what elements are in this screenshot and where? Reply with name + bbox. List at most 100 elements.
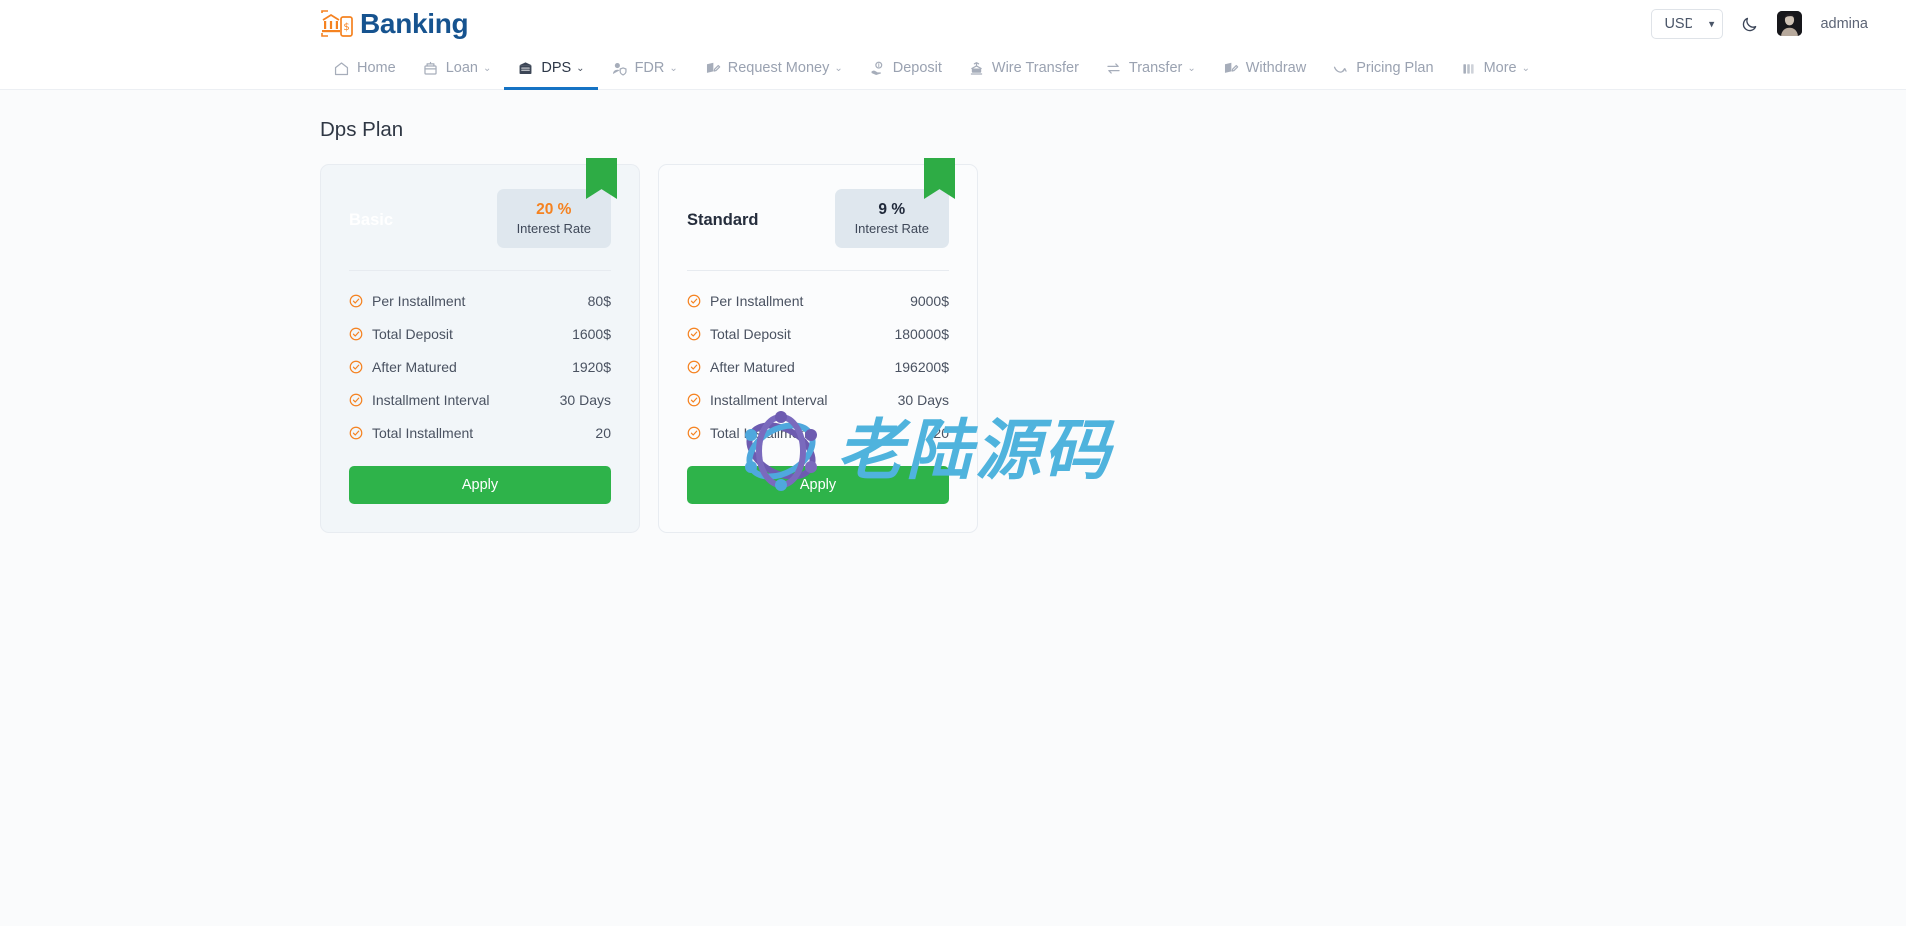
nav-item-label: FDR: [635, 60, 665, 76]
bank-dollar-logo-icon: $: [320, 9, 354, 39]
plan-feature-label: Total Installment: [710, 425, 811, 441]
home-icon: [333, 60, 350, 77]
plan-feature-label: Per Installment: [372, 293, 465, 309]
check-circle-icon: [349, 360, 363, 374]
chevron-down-icon: ⌄: [483, 63, 491, 74]
plan-feature-label: Installment Interval: [372, 392, 490, 408]
check-circle-icon: [349, 327, 363, 341]
plan-card-header: Standard 9 % Interest Rate: [687, 189, 949, 251]
chevron-down-icon: ⌄: [1522, 63, 1530, 74]
plan-name: Basic: [349, 189, 393, 230]
check-circle-icon: [349, 294, 363, 308]
plan-feature-value: 80$: [588, 293, 611, 309]
apply-button[interactable]: Apply: [349, 466, 611, 504]
chevron-down-icon: ⌄: [576, 63, 584, 74]
plan-feature-label: After Matured: [710, 359, 795, 375]
main-navigation: HomeLoan⌄DPS⌄FDR⌄Request Money⌄DepositWi…: [0, 47, 1906, 90]
plan-feature-row: Per Installment 9000$: [687, 293, 949, 309]
nav-item-label: Deposit: [893, 60, 942, 76]
plan-name: Standard: [687, 189, 759, 230]
nav-item-loan[interactable]: Loan⌄: [409, 47, 505, 89]
moon-icon[interactable]: [1741, 15, 1759, 33]
withdraw-icon: [1222, 60, 1239, 77]
pricing-plan-icon: [1332, 60, 1349, 77]
page-title: Dps Plan: [320, 118, 1906, 142]
plan-feature-value: 196200$: [894, 359, 949, 375]
nav-item-label: DPS: [541, 60, 571, 76]
loan-icon: [422, 60, 439, 77]
wire-transfer-icon: [968, 60, 985, 77]
dps-bank-icon: [517, 60, 534, 77]
nav-item-label: More: [1484, 60, 1517, 76]
check-circle-icon: [687, 360, 701, 374]
request-money-icon: [704, 60, 721, 77]
plan-feature-row: Total Deposit 1600$: [349, 326, 611, 342]
nav-item-withdraw[interactable]: Withdraw: [1209, 47, 1319, 89]
interest-rate-badge: 9 % Interest Rate: [835, 189, 949, 248]
interest-rate-badge: 20 % Interest Rate: [497, 189, 611, 248]
fdr-user-shield-icon: [611, 60, 628, 77]
nav-item-label: Pricing Plan: [1356, 60, 1433, 76]
nav-item-home[interactable]: Home: [320, 47, 409, 89]
interest-rate-label: Interest Rate: [855, 221, 929, 236]
nav-item-label: Withdraw: [1246, 60, 1306, 76]
nav-item-pricing-plan[interactable]: Pricing Plan: [1319, 47, 1446, 89]
nav-item-request-money[interactable]: Request Money⌄: [691, 47, 856, 89]
plan-feature-value: 30 Days: [560, 392, 611, 408]
check-circle-icon: [687, 393, 701, 407]
plan-feature-label: Total Deposit: [372, 326, 453, 342]
nav-item-transfer[interactable]: Transfer ⌄: [1092, 47, 1209, 89]
plan-feature-row: After Matured 1920$: [349, 359, 611, 375]
check-circle-icon: [687, 426, 701, 440]
nav-item-deposit[interactable]: Deposit: [856, 47, 955, 89]
nav-item-label: Wire Transfer: [992, 60, 1079, 76]
topbar-right: USD ▾ admina: [1651, 9, 1868, 39]
card-divider: [349, 270, 611, 271]
chevron-down-icon: ⌄: [834, 63, 842, 74]
plan-card-standard: Standard 9 % Interest Rate Per Installme…: [658, 164, 978, 533]
interest-rate-label: Interest Rate: [517, 221, 591, 236]
nav-item-label: Transfer: [1129, 60, 1182, 76]
plan-card-list: Basic 20 % Interest Rate Per Installment…: [320, 164, 1906, 533]
plan-feature-row: Installment Interval 30 Days: [687, 392, 949, 408]
plan-card-basic: Basic 20 % Interest Rate Per Installment…: [320, 164, 640, 533]
plan-feature-value: 1600$: [572, 326, 611, 342]
check-circle-icon: [349, 426, 363, 440]
interest-rate-value: 20 %: [517, 200, 591, 219]
username-label: admina: [1820, 16, 1868, 32]
currency-select[interactable]: USD: [1651, 9, 1723, 39]
check-circle-icon: [349, 393, 363, 407]
check-circle-icon: [687, 294, 701, 308]
plan-feature-label: Per Installment: [710, 293, 803, 309]
nav-item-fdr[interactable]: FDR⌄: [598, 47, 691, 89]
nav-item-label: Home: [357, 60, 396, 76]
check-circle-icon: [687, 327, 701, 341]
avatar[interactable]: [1777, 11, 1802, 36]
plan-feature-value: 180000$: [894, 326, 949, 342]
more-bars-icon: [1460, 60, 1477, 77]
plan-feature-row: Per Installment 80$: [349, 293, 611, 309]
plan-feature-value: 20: [595, 425, 611, 441]
interest-rate-value: 9 %: [855, 200, 929, 219]
plan-feature-value: 1920$: [572, 359, 611, 375]
card-divider: [687, 270, 949, 271]
nav-item-dps[interactable]: DPS ⌄: [504, 47, 597, 89]
plan-feature-label: Total Deposit: [710, 326, 791, 342]
chevron-down-icon: ⌄: [1187, 63, 1195, 74]
plan-feature-value: 20: [933, 425, 949, 441]
plan-feature-label: Total Installment: [372, 425, 473, 441]
plan-feature-value: 30 Days: [898, 392, 949, 408]
nav-item-wire-transfer[interactable]: Wire Transfer: [955, 47, 1092, 89]
plan-feature-row: Total Deposit 180000$: [687, 326, 949, 342]
page-content: Dps Plan Basic 20 % Interest Rate Per In…: [0, 90, 1906, 533]
plan-feature-list: Per Installment 9000$ Total Deposit 1800…: [687, 293, 949, 441]
apply-button[interactable]: Apply: [687, 466, 949, 504]
brand[interactable]: $ Banking: [320, 8, 468, 40]
plan-card-header: Basic 20 % Interest Rate: [349, 189, 611, 251]
plan-feature-row: Installment Interval 30 Days: [349, 392, 611, 408]
plan-feature-row: Total Installment 20: [687, 425, 949, 441]
nav-item-more[interactable]: More ⌄: [1447, 47, 1543, 89]
plan-feature-row: After Matured 196200$: [687, 359, 949, 375]
currency-select-wrapper[interactable]: USD ▾: [1651, 9, 1723, 39]
plan-feature-list: Per Installment 80$ Total Deposit 1600$ …: [349, 293, 611, 441]
